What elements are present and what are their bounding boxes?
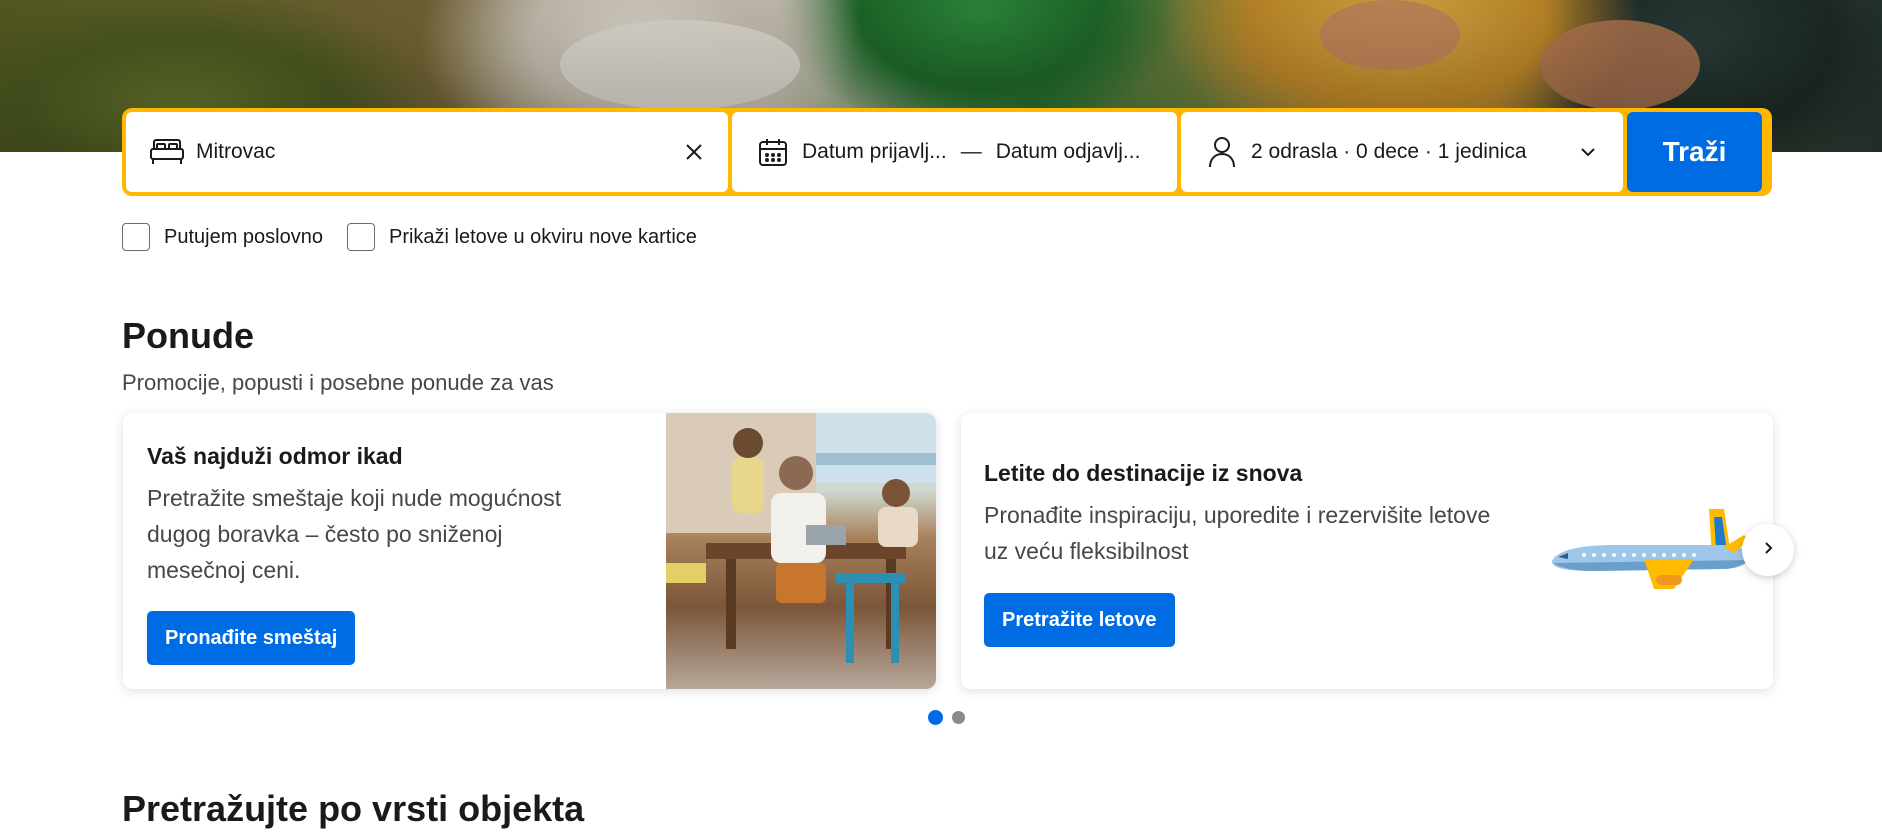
family-remote-work-photo — [666, 413, 936, 689]
destination-input[interactable]: Mitrovac — [196, 140, 275, 164]
guests-summary: 2 odrasla · 0 dece · 1 jedinica — [1251, 140, 1527, 163]
offer-card-body: Pronađite inspiraciju, uporedite i rezer… — [984, 497, 1490, 569]
offer-card-body-line: Pronađite inspiraciju, uporedite i rezer… — [984, 502, 1491, 528]
offer-card-title: Vaš najduži odmor ikad — [147, 443, 403, 469]
search-bar: Mitrovac Datum prijavlj... — Datum odjav… — [122, 108, 1772, 196]
checkbox-box[interactable] — [346, 223, 375, 251]
clear-destination-icon[interactable] — [682, 140, 706, 164]
bed-icon — [148, 136, 186, 168]
guests-field[interactable]: 2 odrasla · 0 dece · 1 jedinica — [1181, 112, 1623, 192]
carousel-dot-1[interactable] — [928, 710, 943, 725]
offers-subtitle: Promocije, popusti i posebne ponude za v… — [122, 370, 554, 395]
search-button[interactable]: Traži — [1627, 112, 1762, 192]
business-travel-label: Putujem poslovno — [164, 225, 323, 248]
offer-card-long-stay: Vaš najduži odmor ikad Pretražite smešta… — [123, 413, 936, 689]
dates-field[interactable]: Datum prijavlj... — Datum odjavlj... — [732, 112, 1177, 192]
offer-card-body-line: dugog boravka – često po sniženoj — [147, 521, 503, 547]
offer-card-body-line: uz veću fleksibilnost — [984, 538, 1189, 564]
carousel-pagination — [928, 710, 965, 725]
offers-title: Ponude — [122, 315, 254, 356]
flights-new-tab-label: Prikaži letove u okviru nove kartice — [388, 225, 697, 248]
offer-card-body-line: Pretražite smeštaje koji nude mogućnost — [147, 485, 562, 511]
offer-card-title: Letite do destinacije iz snova — [984, 460, 1303, 486]
destination-field[interactable]: Mitrovac — [126, 112, 728, 192]
flights-new-tab-checkbox[interactable]: Prikaži letove u okviru nove kartice — [346, 223, 697, 251]
checkbox-box[interactable] — [122, 223, 150, 251]
carousel-next-button[interactable] — [1742, 524, 1794, 576]
checkin-date[interactable]: Datum prijavlj... — [802, 140, 947, 164]
search-flights-button[interactable]: Pretražite letove — [984, 593, 1175, 647]
business-travel-checkbox[interactable]: Putujem poslovno — [122, 223, 323, 251]
date-separator: — — [960, 140, 982, 163]
airplane-icon — [1544, 505, 1754, 610]
property-types-title: Pretražujte po vrsti objekta — [122, 788, 585, 829]
person-icon — [1203, 136, 1241, 168]
search-options: Putujem poslovno Prikaži letove u okviru… — [122, 223, 721, 251]
calendar-icon — [754, 136, 792, 168]
offer-card-flights: Letite do destinacije iz snova Pronađite… — [961, 413, 1773, 689]
chevron-down-icon[interactable] — [1579, 143, 1597, 161]
offer-card-body-line: mesečnoj ceni. — [147, 557, 301, 583]
chevron-right-icon — [1760, 540, 1776, 561]
carousel-dot-2[interactable] — [952, 711, 965, 724]
checkout-date[interactable]: Datum odjavlj... — [996, 140, 1141, 164]
find-accommodation-button[interactable]: Pronađite smeštaj — [147, 611, 356, 665]
offer-card-body: Pretražite smeštaje koji nude mogućnost … — [147, 480, 561, 588]
